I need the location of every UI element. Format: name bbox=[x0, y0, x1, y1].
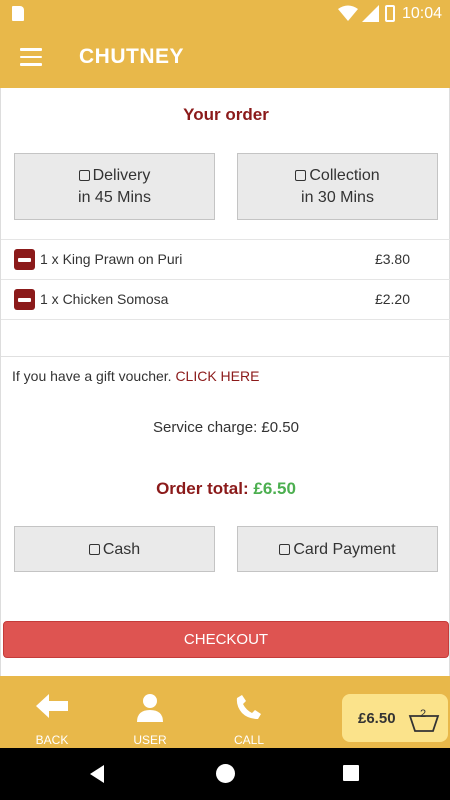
gift-voucher-label: If you have a gift voucher. bbox=[12, 368, 172, 384]
hamburger-menu-icon[interactable] bbox=[20, 48, 42, 66]
checkbox-icon bbox=[78, 170, 90, 181]
delivery-time: in 45 Mins bbox=[78, 189, 151, 206]
gift-voucher-link[interactable]: CLICK HERE bbox=[175, 368, 259, 384]
gift-voucher-text: If you have a gift voucher. CLICK HERE bbox=[12, 368, 259, 384]
collection-time: in 30 Mins bbox=[301, 189, 374, 206]
item-price: £2.20 bbox=[374, 291, 410, 307]
cart-total: £6.50 bbox=[358, 710, 396, 727]
item-name: 1 x Chicken Somosa bbox=[40, 291, 169, 307]
phone-icon bbox=[236, 695, 261, 719]
user-icon bbox=[137, 694, 163, 722]
sd-card-icon bbox=[12, 6, 24, 21]
checkbox-icon bbox=[88, 544, 100, 555]
arrow-left-icon bbox=[36, 694, 68, 718]
service-charge: Service charge: £0.50 bbox=[153, 419, 299, 436]
bottom-nav-bar: BACK USER CALL £6.50 2 bbox=[0, 676, 450, 748]
user-label: USER bbox=[133, 733, 167, 747]
remove-item-icon[interactable] bbox=[14, 249, 35, 270]
item-name: 1 x King Prawn on Puri bbox=[40, 251, 183, 267]
cart-count: 2 bbox=[420, 708, 427, 720]
status-time: 10:04 bbox=[402, 5, 443, 22]
order-heading: Your order bbox=[183, 105, 269, 124]
wifi-icon bbox=[338, 5, 358, 21]
system-nav-bar bbox=[0, 748, 450, 800]
checkbox-icon bbox=[295, 170, 307, 181]
status-bar: 10:04 bbox=[0, 0, 450, 28]
card-label: Card Payment bbox=[293, 541, 396, 558]
remove-item-icon[interactable] bbox=[14, 289, 35, 310]
order-total-label: Order total: bbox=[156, 479, 249, 498]
checkout-button[interactable]: CHECKOUT bbox=[3, 621, 449, 658]
system-recents-icon[interactable] bbox=[343, 765, 359, 781]
system-home-icon[interactable] bbox=[216, 764, 235, 783]
app-bar: CHUTNEY bbox=[0, 28, 450, 88]
app-title: CHUTNEY bbox=[79, 45, 185, 68]
call-label: CALL bbox=[233, 733, 265, 747]
item-price: £3.80 bbox=[374, 251, 410, 267]
order-item-row: 1 x Chicken Somosa £2.20 bbox=[1, 280, 450, 320]
collection-label: Collection bbox=[309, 167, 380, 184]
battery-icon bbox=[385, 5, 395, 22]
signal-icon bbox=[362, 5, 379, 22]
cash-payment-button[interactable]: Cash bbox=[14, 526, 215, 572]
user-button[interactable]: USER bbox=[110, 676, 190, 748]
card-payment-button[interactable]: Card Payment bbox=[237, 526, 438, 572]
back-label: BACK bbox=[35, 733, 69, 747]
order-content: Your order Delivery in 45 Mins Collectio… bbox=[0, 88, 450, 676]
order-total-value: £6.50 bbox=[253, 479, 296, 498]
cash-label: Cash bbox=[102, 541, 141, 558]
delivery-option-button[interactable]: Delivery in 45 Mins bbox=[14, 153, 215, 220]
collection-option-button[interactable]: Collection in 30 Mins bbox=[237, 153, 438, 220]
checkbox-icon bbox=[279, 544, 291, 555]
divider bbox=[1, 356, 450, 357]
delivery-label: Delivery bbox=[92, 167, 151, 184]
system-back-icon[interactable] bbox=[90, 765, 104, 783]
cart-button[interactable]: £6.50 2 bbox=[342, 694, 448, 742]
order-item-row: 1 x King Prawn on Puri £3.80 bbox=[1, 240, 450, 280]
order-total: Order total: £6.50 bbox=[1, 479, 450, 499]
call-button[interactable]: CALL bbox=[209, 676, 289, 748]
back-button[interactable]: BACK bbox=[12, 676, 92, 748]
